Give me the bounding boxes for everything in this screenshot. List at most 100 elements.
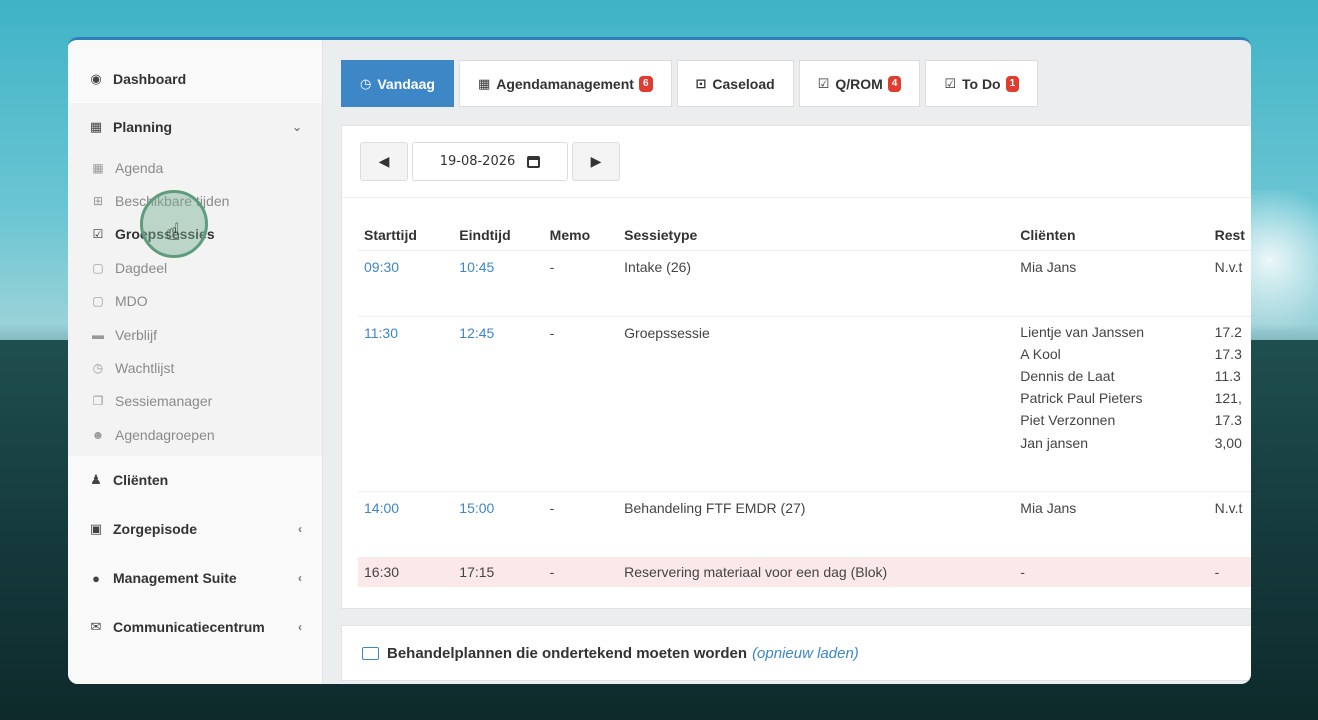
- column-header: Starttijd: [358, 220, 454, 251]
- sidebar-item-wachtlijst[interactable]: ◷ Wachtlijst: [68, 351, 322, 384]
- rest-value: 17.3: [1214, 345, 1242, 362]
- clients-cell: -: [1014, 557, 1209, 587]
- clock-icon: ◷: [360, 75, 372, 91]
- tab-agendamanagement[interactable]: ▦ Agendamanagement 6: [458, 60, 672, 107]
- reload-link[interactable]: (opnieuw laden): [752, 645, 859, 662]
- calendar-empty-icon: ▢: [92, 260, 104, 275]
- column-header: Memo: [543, 220, 619, 251]
- globe-icon: ●: [92, 570, 100, 586]
- end-time-cell: 17:15: [453, 557, 544, 587]
- end-time-link[interactable]: 15:00: [453, 491, 544, 558]
- client-name: Patrick Paul Pieters: [1020, 390, 1143, 407]
- calendar-icon: ▦: [89, 119, 103, 134]
- copy-icon: ❐: [92, 394, 104, 409]
- sidebar-item-dashboard[interactable]: ◉ Dashboard: [68, 54, 322, 103]
- memo-cell: -: [543, 491, 619, 558]
- start-time-link[interactable]: 11:30: [358, 316, 454, 492]
- today-panel: ◀ 19-08-2026 ▶ Starttijd Eindtijd Memo S…: [341, 125, 1251, 609]
- column-header: Sessietype: [618, 220, 1015, 251]
- count-badge: 6: [638, 75, 653, 92]
- clients-cell: Mia Jans: [1014, 250, 1209, 317]
- sidebar-item-mdo[interactable]: ▢ MDO: [68, 285, 322, 318]
- memo-cell: -: [543, 316, 619, 492]
- column-header: Rest: [1208, 220, 1251, 251]
- table-row[interactable]: 14:00 15:00 - Behandeling FTF EMDR (27) …: [358, 491, 1251, 558]
- count-badge: 4: [887, 75, 902, 92]
- arrow-right-icon: ▶: [590, 153, 602, 169]
- calendar-plus-icon: ⊞: [92, 194, 104, 209]
- rest-value: 121,: [1214, 390, 1242, 407]
- sidebar-item-planning[interactable]: ▦ Planning ⌄: [68, 103, 322, 151]
- clock-icon: ◷: [92, 361, 104, 376]
- client-name: Jan jansen: [1020, 434, 1088, 451]
- rest-value: 17.2: [1214, 323, 1242, 340]
- column-header: Eindtijd: [453, 220, 544, 251]
- clients-cell: Mia Jans: [1014, 491, 1209, 558]
- next-day-button[interactable]: ▶: [572, 142, 620, 181]
- tab-qrom[interactable]: ☑ Q/ROM 4: [798, 60, 921, 107]
- table-header-row: Starttijd Eindtijd Memo Sessietype Cliën…: [358, 220, 1251, 251]
- chevron-left-icon: ‹: [298, 620, 302, 635]
- date-field[interactable]: 19-08-2026: [412, 142, 568, 181]
- tab-vandaag[interactable]: ◷ Vandaag: [341, 60, 454, 107]
- bed-icon: ▬: [92, 327, 104, 342]
- chevron-left-icon: ‹: [298, 571, 302, 586]
- table-row[interactable]: 09:30 10:45 - Intake (26) Mia Jans N.v.t: [358, 250, 1251, 317]
- table-row[interactable]: 11:30 12:45 - Groepssessie Lientje van J…: [358, 316, 1251, 492]
- user-icon: ♟: [90, 472, 102, 488]
- panel-title: Behandelplannen die ondertekend moeten w…: [387, 644, 748, 662]
- checkbox-icon: ☑: [817, 75, 830, 91]
- column-header: Cliënten: [1014, 220, 1209, 251]
- folder-icon: [362, 646, 379, 660]
- table-row-reserved[interactable]: 16:30 17:15 - Reservering materiaal voor…: [358, 557, 1251, 587]
- calendar-icon[interactable]: [527, 155, 541, 168]
- sidebar-item-communicatiecentrum[interactable]: ✉ Communicatiecentrum ‹: [68, 603, 322, 652]
- client-name: Piet Verzonnen: [1020, 412, 1116, 429]
- tab-bar: ◷ Vandaag ▦ Agendamanagement 6 ⊡ Caseloa…: [341, 60, 1251, 107]
- calendar-icon: ▦: [477, 75, 491, 91]
- dashboard-icon: ◉: [90, 70, 102, 86]
- sidebar-item-management-suite[interactable]: ● Management Suite ‹: [68, 554, 322, 603]
- memo-cell: -: [543, 557, 619, 587]
- sidebar-item-zorgepisode[interactable]: ▣ Zorgepisode ‹: [68, 505, 322, 554]
- sidebar-item-clienten[interactable]: ♟ Cliënten: [68, 456, 322, 505]
- start-time-link[interactable]: 14:00: [358, 491, 454, 558]
- tab-caseload[interactable]: ⊡ Caseload: [676, 60, 794, 107]
- sidebar-item-agendagroepen[interactable]: ☻ Agendagroepen: [68, 418, 322, 451]
- sidebar-item-dagdeel[interactable]: ▢ Dagdeel: [68, 251, 322, 284]
- arrow-left-icon: ◀: [378, 153, 390, 169]
- calendar-icon: ▦: [92, 160, 104, 175]
- memo-cell: -: [543, 250, 619, 317]
- treatment-plans-panel: Behandelplannen die ondertekend moeten w…: [341, 625, 1251, 681]
- previous-day-button[interactable]: ◀: [360, 142, 408, 181]
- clients-cell: Lientje van Janssen A Kool Dennis de Laa…: [1014, 316, 1209, 492]
- count-badge: 1: [1005, 75, 1020, 92]
- briefcase-icon: ▣: [89, 521, 103, 537]
- client-name: Dennis de Laat: [1020, 367, 1115, 384]
- start-time-cell: 16:30: [358, 557, 454, 587]
- sessions-table: Starttijd Eindtijd Memo Sessietype Cliën…: [358, 220, 1251, 587]
- rest-value: 17.3: [1214, 412, 1242, 429]
- end-time-link[interactable]: 12:45: [453, 316, 544, 492]
- rest-cell: N.v.t: [1208, 491, 1251, 558]
- calendar-empty-icon: ▢: [92, 294, 104, 309]
- session-type-cell: Intake (26): [618, 250, 1015, 317]
- users-icon: ☻: [91, 427, 105, 442]
- hand-cursor-icon: ☝: [166, 219, 181, 246]
- end-time-link[interactable]: 10:45: [453, 250, 544, 317]
- date-navigation: ◀ 19-08-2026 ▶: [342, 126, 1251, 198]
- calendar-check-icon: ☑: [92, 227, 104, 242]
- envelope-icon: ✉: [90, 619, 102, 635]
- checkbox-icon: ☑: [944, 75, 956, 91]
- sidebar-item-agenda[interactable]: ▦ Agenda: [68, 151, 322, 184]
- sidebar-item-sessiemanager[interactable]: ❐ Sessiemanager: [68, 385, 322, 418]
- caseload-icon: ⊡: [695, 75, 707, 91]
- chevron-left-icon: ‹: [298, 522, 302, 537]
- client-name: Lientje van Janssen: [1020, 323, 1145, 340]
- session-type-cell: Reservering materiaal voor een dag (Blok…: [618, 557, 1015, 587]
- tab-todo[interactable]: ☑ To Do 1: [925, 60, 1039, 107]
- client-name: A Kool: [1020, 345, 1061, 362]
- start-time-link[interactable]: 09:30: [358, 250, 454, 317]
- main-content: ◷ Vandaag ▦ Agendamanagement 6 ⊡ Caseloa…: [323, 40, 1251, 684]
- sidebar-item-verblijf[interactable]: ▬ Verblijf: [68, 318, 322, 351]
